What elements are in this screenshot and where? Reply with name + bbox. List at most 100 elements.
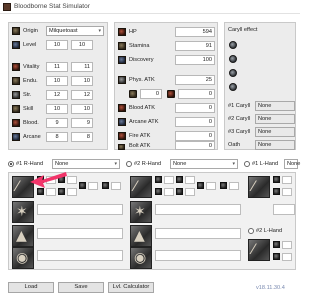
weapon-value: None — [287, 161, 301, 167]
discovery-label: Discovery — [129, 57, 154, 63]
caryll-slot-label: #2 Caryll — [228, 116, 251, 122]
blood-gem-field[interactable] — [155, 250, 241, 261]
weapon-l1-icon[interactable]: ⁄ — [248, 176, 270, 198]
stat-label: Arcane — [23, 134, 41, 140]
weapon-radio-r1[interactable] — [8, 161, 14, 167]
blood-gem-icon[interactable]: ✶ — [130, 201, 152, 223]
weapon-dropdown-r2[interactable]: None ▾ — [170, 159, 238, 169]
blood-gem-field[interactable] — [273, 204, 295, 215]
bolt-atk-label: Bolt ATK — [129, 143, 151, 149]
level-calculator-button[interactable]: Lvl. Calculator — [108, 282, 154, 293]
discovery-icon — [118, 56, 126, 64]
blood-gem-field[interactable] — [37, 228, 123, 239]
level-label: Level — [23, 42, 37, 48]
physical-attack-icon — [129, 90, 137, 98]
stamina-label: Stamina — [129, 43, 150, 49]
weapon-radio-l1[interactable] — [244, 161, 250, 167]
stat-current-input[interactable]: 10 — [71, 104, 93, 114]
gem-slot-field — [282, 253, 292, 261]
stat-current-input[interactable]: 9 — [71, 118, 93, 128]
hp-value: 594 — [175, 27, 215, 37]
gem-slot-field — [206, 182, 216, 190]
phys-atk-value: 25 — [175, 75, 215, 85]
stat-base: 9 — [46, 118, 68, 128]
derived-stats-panel: HP 594 Stamina 91 Discovery 100 Phys. AT… — [114, 22, 218, 150]
phys-atk-secondary: 0 — [140, 89, 162, 99]
endurance-icon — [12, 77, 20, 85]
gem-slot-field — [67, 188, 77, 196]
title-bar: Bloodborne Stat Simulator — [0, 0, 300, 14]
stat-base: 10 — [46, 76, 68, 86]
blood-gem-icon[interactable]: ◉ — [12, 247, 34, 269]
level-current: 10 — [71, 40, 93, 50]
weapon-value: None — [55, 161, 69, 167]
stat-label: Blood. — [23, 120, 39, 126]
arcane-icon — [12, 133, 20, 141]
blood-atk-value: 0 — [175, 103, 215, 113]
stat-current-input[interactable]: 11 — [71, 62, 93, 72]
blood-gem-icon[interactable]: ✶ — [12, 201, 34, 223]
origin-value: Milquetoast — [49, 28, 78, 34]
caryll-slot-dropdown[interactable]: None — [255, 114, 295, 124]
gem-slot-icon — [79, 182, 86, 189]
weapon-dropdown-l1[interactable]: None — [284, 159, 301, 169]
vitality-icon — [12, 63, 20, 71]
oath-rune-icon[interactable] — [229, 83, 237, 91]
stat-base: 10 — [46, 104, 68, 114]
discovery-value: 100 — [175, 55, 215, 65]
gem-slot-icon — [176, 176, 183, 183]
origin-label: Origin — [23, 28, 38, 34]
caryll-slot-value: None — [258, 116, 272, 122]
origin-dropdown[interactable]: Milquetoast ▾ — [46, 26, 104, 36]
stat-current-input[interactable]: 12 — [71, 90, 93, 100]
caryll-slot-label: Oath — [228, 142, 241, 148]
blood-gem-field[interactable] — [155, 204, 241, 215]
caryll-slot-label: #3 Caryll — [228, 129, 251, 135]
hp-label: HP — [129, 29, 137, 35]
stat-current-input[interactable]: 10 — [71, 76, 93, 86]
gem-slot-icon — [155, 188, 162, 195]
phys-atk-label: Phys. ATK — [129, 77, 155, 83]
fire-atk-value: 0 — [175, 131, 215, 141]
caryll-rune-icon[interactable] — [229, 41, 237, 49]
blood-gem-field[interactable] — [37, 250, 123, 261]
gem-slot-field — [164, 176, 174, 184]
weapon-r2-icon[interactable]: ⁄ — [130, 176, 152, 198]
weapon-l2-icon[interactable]: ⁄ — [248, 239, 270, 261]
stat-label: Skill — [23, 106, 34, 112]
phys-atk-tertiary: 0 — [178, 89, 215, 99]
stamina-value: 91 — [175, 41, 215, 51]
annotation-arrow-shape — [30, 172, 67, 188]
caryll-rune-icon[interactable] — [229, 69, 237, 77]
gem-slot-field — [185, 188, 195, 196]
blood-gem-icon[interactable]: ▲ — [12, 225, 34, 247]
character-panel: Origin Milquetoast ▾ Level 10 10 Vitality… — [8, 22, 108, 150]
blood-gem-field[interactable] — [155, 228, 241, 239]
arcane-atk-value: 0 — [175, 117, 215, 127]
gem-slot-icon — [197, 182, 204, 189]
blood-gem-icon[interactable]: ◉ — [130, 247, 152, 269]
stat-base: 8 — [46, 132, 68, 142]
blood-gem-field[interactable] — [37, 204, 123, 215]
stat-base: 11 — [46, 62, 68, 72]
gem-slot-field — [164, 188, 174, 196]
hp-icon — [118, 28, 126, 36]
weapon-radio-l2[interactable] — [248, 228, 254, 234]
weapon-radio-r2[interactable] — [126, 161, 132, 167]
weapon-slot-label: #1 L-Hand — [252, 161, 279, 167]
arcane-attack-icon — [118, 118, 126, 126]
caryll-slot-dropdown[interactable]: None — [255, 101, 295, 111]
skill-icon — [12, 105, 20, 113]
caryll-slot-dropdown[interactable]: None — [255, 127, 295, 137]
caryll-slot-dropdown[interactable]: None — [255, 140, 295, 150]
blood-gem-icon[interactable]: ▲ — [130, 225, 152, 247]
load-button[interactable]: Load — [8, 282, 54, 293]
stat-base: 12 — [46, 90, 68, 100]
stat-current-input[interactable]: 8 — [71, 132, 93, 142]
app-icon — [3, 3, 11, 11]
gem-slot-field — [229, 182, 239, 190]
caryll-rune-icon[interactable] — [229, 55, 237, 63]
caryll-slot-value: None — [258, 103, 272, 109]
blood-atk-label: Blood ATK — [129, 105, 156, 111]
save-button[interactable]: Save — [58, 282, 104, 293]
